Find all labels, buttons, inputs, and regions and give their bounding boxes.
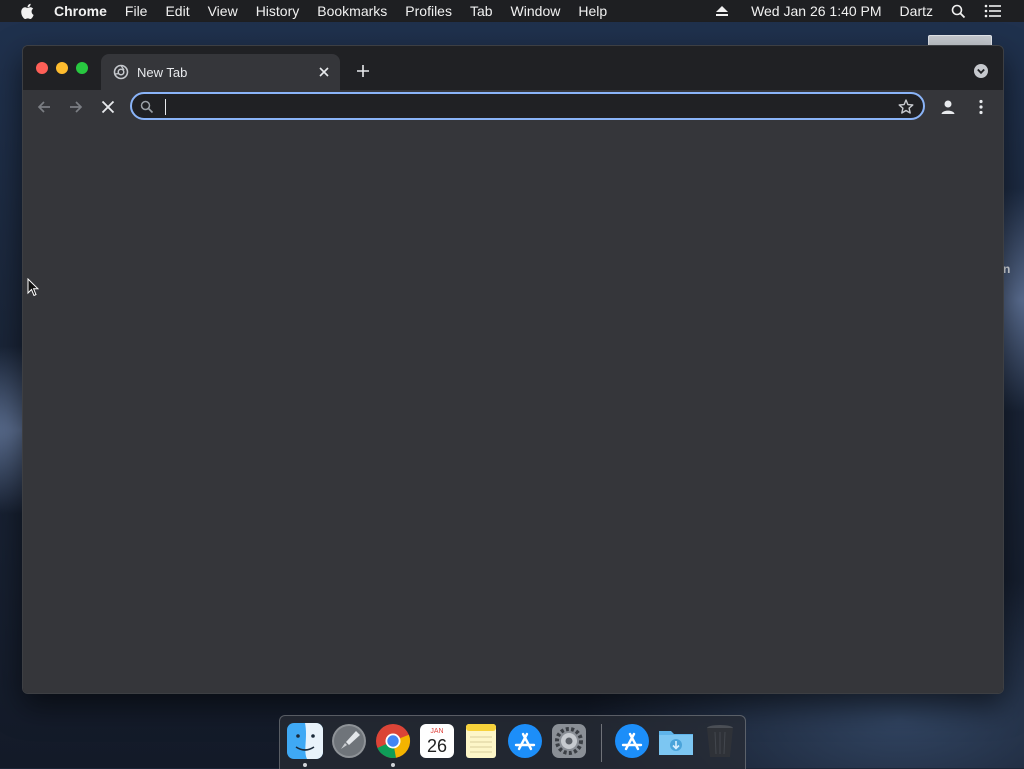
menu-bar: Chrome File Edit View History Bookmarks … — [0, 0, 1024, 22]
calendar-month-label: JAN — [430, 728, 443, 735]
address-input[interactable] — [164, 96, 888, 118]
user-name[interactable]: Dartz — [900, 3, 933, 19]
page-content[interactable] — [23, 124, 1003, 693]
back-icon[interactable] — [34, 97, 54, 117]
apple-icon[interactable] — [20, 3, 36, 19]
tab-strip: New Tab — [23, 46, 1003, 90]
window-minimize-button[interactable] — [56, 62, 68, 74]
window-zoom-button[interactable] — [76, 62, 88, 74]
menu-profiles[interactable]: Profiles — [405, 3, 452, 19]
dock-system-preferences[interactable] — [550, 722, 588, 760]
more-menu-icon[interactable] — [971, 97, 991, 117]
eject-icon[interactable] — [715, 5, 729, 17]
menu-view[interactable]: View — [208, 3, 238, 19]
new-tab-plus-icon[interactable] — [353, 61, 373, 81]
menu-window[interactable]: Window — [511, 3, 561, 19]
browser-toolbar — [23, 90, 1003, 124]
dock-calendar[interactable]: JAN 26 — [418, 722, 456, 760]
tab-search-icon[interactable] — [973, 63, 989, 79]
menu-file[interactable]: File — [125, 3, 148, 19]
chrome-window: New Tab — [22, 45, 1004, 694]
menu-history[interactable]: History — [256, 3, 300, 19]
tab-title: New Tab — [137, 64, 188, 80]
dock-chrome[interactable] — [374, 722, 412, 760]
dock-notes[interactable] — [462, 722, 500, 760]
window-close-button[interactable] — [36, 62, 48, 74]
mouse-cursor-icon — [27, 277, 40, 297]
spotlight-icon[interactable] — [951, 4, 966, 19]
calendar-day-label: 26 — [427, 736, 447, 756]
clock[interactable]: Wed Jan 26 1:40 PM — [751, 3, 881, 19]
bookmark-star-icon[interactable] — [897, 98, 915, 116]
menu-tab[interactable]: Tab — [470, 3, 493, 19]
dock-downloads-folder[interactable] — [657, 722, 695, 760]
dock-launchpad[interactable] — [330, 722, 368, 760]
dock-trash[interactable] — [701, 722, 739, 760]
menu-app-name[interactable]: Chrome — [54, 3, 107, 19]
dock-app-store[interactable] — [506, 722, 544, 760]
dock-finder[interactable] — [286, 722, 324, 760]
notification-center-icon[interactable] — [984, 4, 1002, 18]
dock-separator — [601, 724, 602, 762]
text-caret — [165, 99, 166, 115]
dock-app-store-stack[interactable] — [613, 722, 651, 760]
menu-bar-status-area: Wed Jan 26 1:40 PM Dartz — [715, 0, 1024, 22]
new-tab-favicon — [113, 64, 129, 80]
stop-loading-icon[interactable] — [98, 97, 118, 117]
dock: JAN 26 — [279, 715, 746, 769]
close-tab-icon[interactable] — [314, 62, 334, 82]
dock-running-indicator — [303, 763, 307, 767]
menu-bookmarks[interactable]: Bookmarks — [317, 3, 387, 19]
forward-icon[interactable] — [66, 97, 86, 117]
profile-icon[interactable] — [938, 97, 958, 117]
search-icon — [140, 100, 154, 114]
address-bar[interactable] — [130, 92, 925, 120]
dock-running-indicator — [391, 763, 395, 767]
tab-new-tab[interactable]: New Tab — [101, 54, 340, 90]
desktop-partial-label: n — [1003, 262, 1011, 276]
menu-help[interactable]: Help — [578, 3, 607, 19]
menu-edit[interactable]: Edit — [165, 3, 189, 19]
